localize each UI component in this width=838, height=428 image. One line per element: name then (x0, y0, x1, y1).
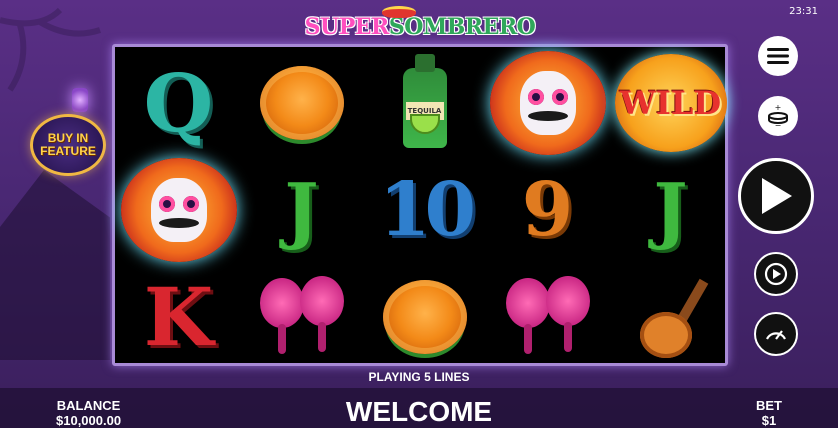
tequila-bottle-icon: TEQUILA (402, 53, 447, 148)
maracas-symbol (502, 274, 594, 360)
church-silhouette (0, 170, 110, 360)
autoplay-button[interactable] (754, 252, 798, 296)
skull-icon (150, 177, 207, 242)
play-icon (762, 178, 792, 214)
status-message: WELCOME (345, 396, 493, 427)
symbol-cell (240, 49, 363, 156)
menu-button[interactable] (758, 36, 798, 76)
wild-symbol: WILD (614, 53, 727, 152)
maracas-symbol (256, 274, 348, 360)
symbol-cell: Q (117, 49, 240, 156)
symbol-cell: J (240, 156, 363, 263)
marigold-flower-symbol (259, 65, 344, 140)
paylines-text: PLAYING 5 LINES (368, 370, 470, 384)
symbol-q: Q (143, 55, 214, 150)
turbo-icon (766, 330, 786, 340)
lantern-decoration (72, 88, 88, 112)
coin-stack-icon: +− (768, 103, 788, 129)
buy-feature-button[interactable]: BUY IN FEATURE (30, 114, 106, 176)
game-logo: SUPERSOMBRERO (300, 6, 540, 48)
symbol-cell (486, 49, 609, 156)
symbol-j: J (284, 166, 319, 252)
svg-text:−: − (775, 121, 782, 129)
symbol-cell (486, 263, 609, 370)
symbol-10: 10 (379, 166, 476, 253)
svg-text:+: + (775, 103, 782, 112)
symbol-cell (609, 263, 732, 370)
symbol-cell: 9 (486, 156, 609, 263)
guitar-symbol (636, 272, 708, 362)
bet-value: $1 (761, 413, 777, 428)
marigold-flower-symbol (382, 279, 467, 354)
status-time: 23:31 (789, 6, 818, 17)
bet-label: BET (756, 398, 782, 413)
symbol-cell: TEQUILA (363, 49, 486, 156)
buy-feature-line2: FEATURE (40, 144, 96, 158)
skull-icon (519, 70, 576, 135)
symbol-cell: K (117, 263, 240, 370)
sugar-skull-symbol (489, 50, 606, 155)
spin-button[interactable] (738, 158, 814, 234)
symbol-cell: J (609, 156, 732, 263)
tequila-symbol: TEQUILA (390, 53, 460, 148)
sugar-skull-symbol (120, 157, 237, 262)
turbo-button[interactable] (754, 312, 798, 356)
symbol-j: J (653, 166, 688, 252)
tree-branch-decoration (0, 7, 101, 92)
symbol-cell: 10 (363, 156, 486, 263)
bet-adjust-button[interactable]: + − (758, 96, 798, 136)
symbol-9: 9 (521, 166, 574, 253)
symbol-cell (240, 263, 363, 370)
menu-icon (767, 48, 789, 64)
logo-super: SUPER (304, 14, 390, 40)
symbol-cell: WILD (609, 49, 732, 156)
reel-grid: Q K J TEQUILA 10 9 WILD J (112, 44, 728, 366)
logo-sombrero: SOMBRERO (388, 14, 536, 40)
autoplay-icon (764, 262, 788, 286)
symbol-cell (117, 156, 240, 263)
symbol-cell (363, 263, 486, 370)
bet-display[interactable]: BET $1 (756, 398, 782, 428)
wild-label: WILD (619, 83, 722, 122)
sombrero-hat-icon (382, 6, 416, 18)
symbol-k: K (143, 269, 214, 364)
